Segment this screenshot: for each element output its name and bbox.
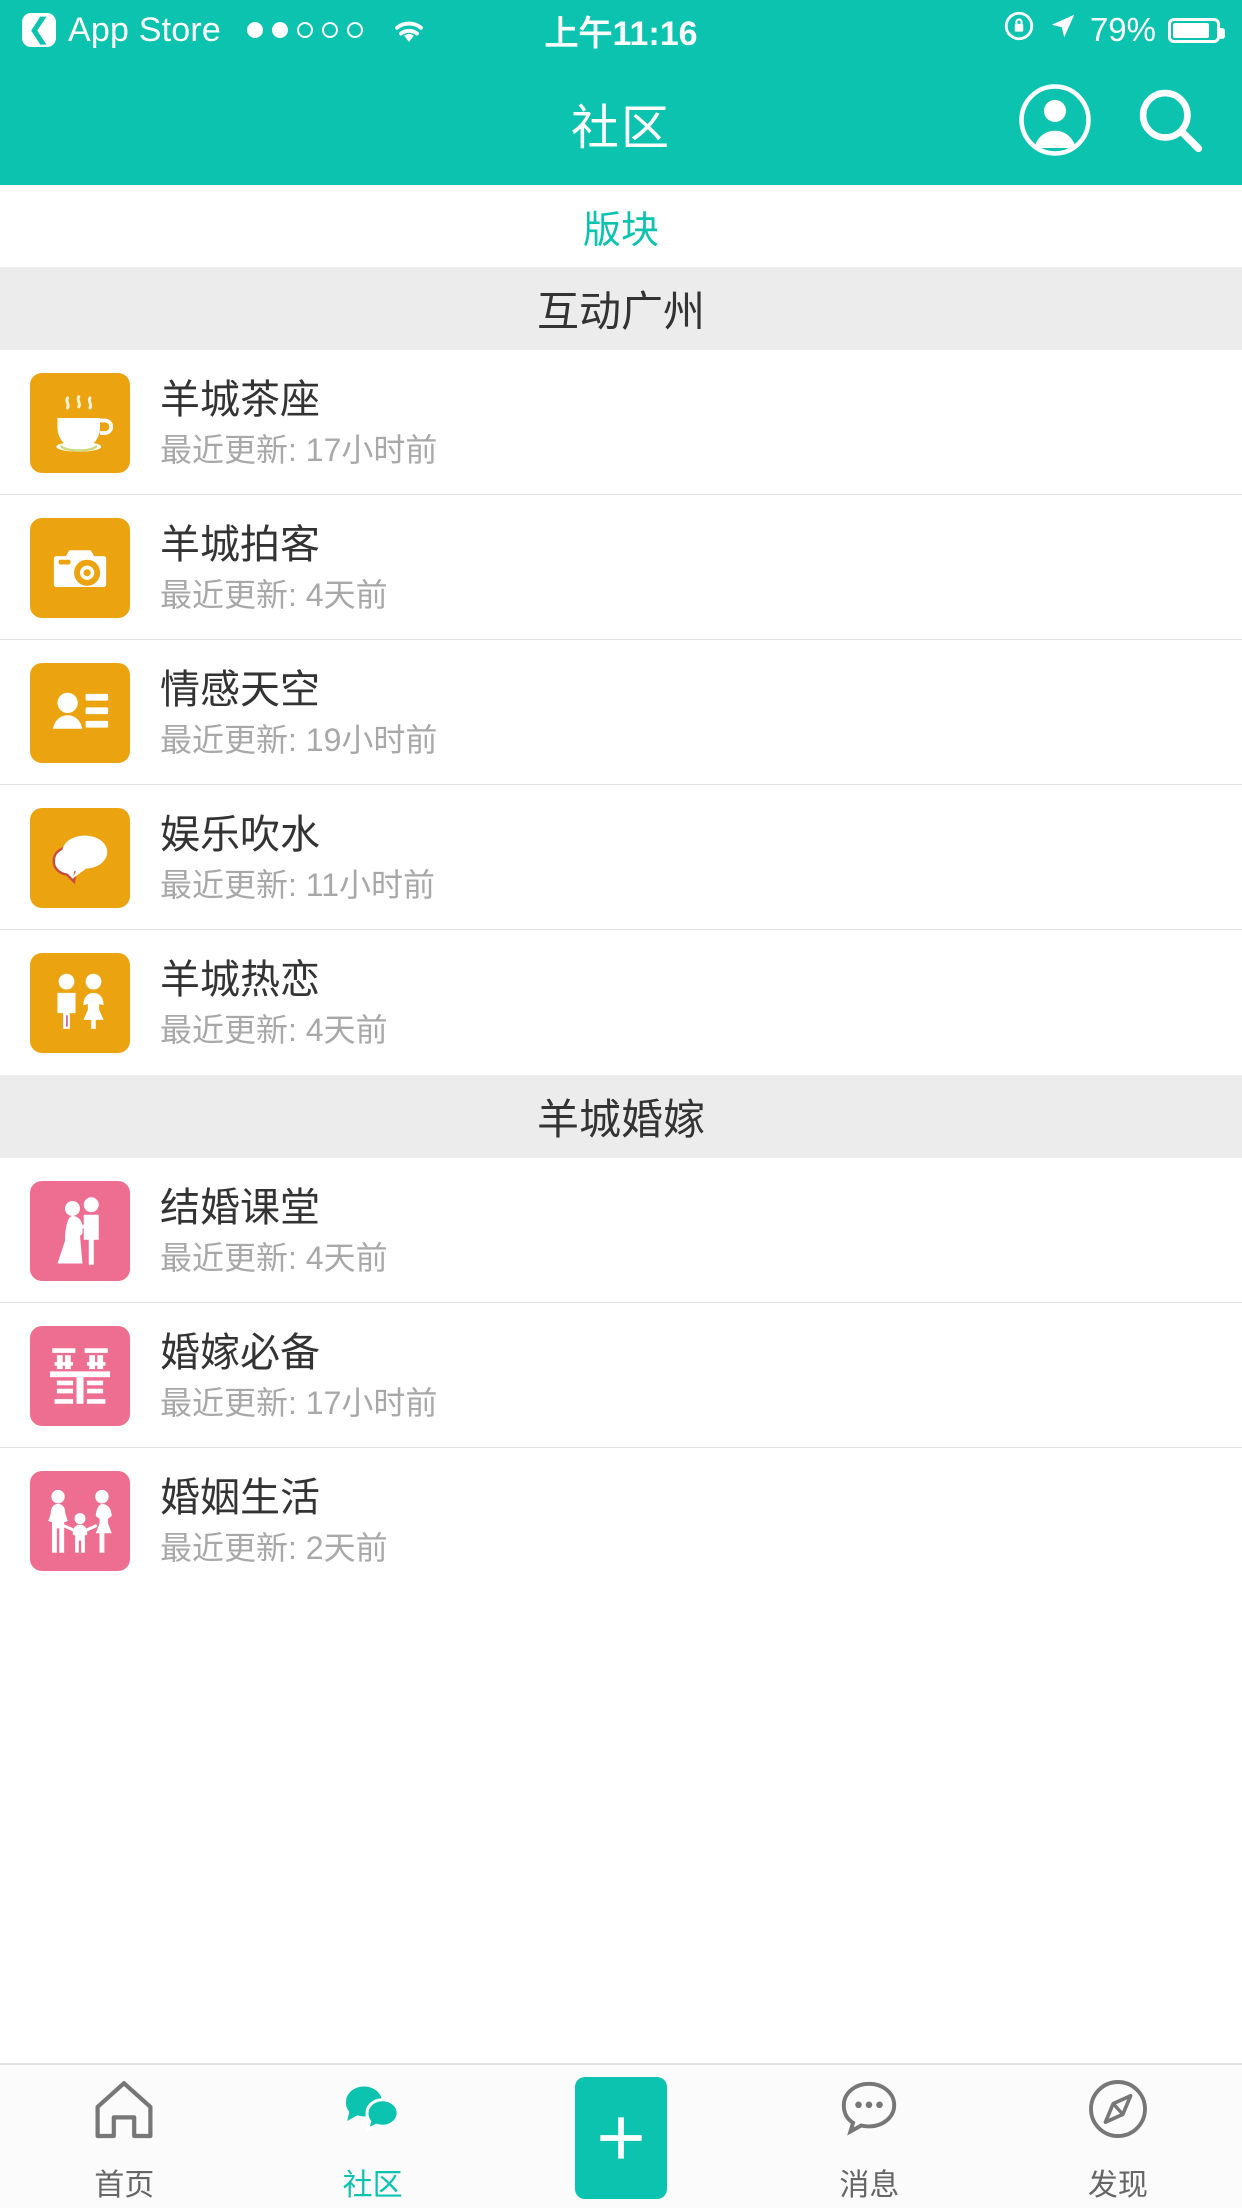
chat-bubbles-icon xyxy=(30,807,130,908)
list-item-text: 羊城拍客 最近更新: 4天前 xyxy=(160,525,388,611)
status-bar: ❮ App Store 上午11:16 79% xyxy=(0,0,1242,60)
camera-icon xyxy=(30,517,130,618)
tab-home[interactable]: 首页 xyxy=(0,2065,248,2208)
search-icon[interactable] xyxy=(1132,82,1208,163)
list-item-title: 羊城拍客 xyxy=(160,522,320,567)
battery-percentage: 79% xyxy=(1089,11,1156,48)
signal-dot xyxy=(322,22,339,38)
double-happiness-icon xyxy=(30,1325,130,1426)
avatar-icon[interactable] xyxy=(1016,81,1094,164)
status-bar-left[interactable]: ❮ App Store xyxy=(22,11,429,50)
status-bar-right: 79% xyxy=(1002,9,1225,51)
list-item-text: 羊城热恋 最近更新: 4天前 xyxy=(160,960,388,1046)
tab-banner[interactable]: 版块 xyxy=(0,185,1242,267)
couple-icon xyxy=(30,952,130,1053)
family-icon xyxy=(30,1470,130,1571)
list-item-text: 娱乐吹水 最近更新: 11小时前 xyxy=(160,815,435,901)
list-item[interactable]: 羊城茶座 最近更新: 17小时前 xyxy=(0,350,1242,495)
signal-dot xyxy=(247,22,264,38)
community-icon xyxy=(337,2073,409,2150)
list-item-subtitle: 最近更新: 4天前 xyxy=(160,576,388,613)
page-title: 社区 xyxy=(570,101,671,155)
navigation-actions xyxy=(1016,60,1208,185)
tab-messages-label: 消息 xyxy=(839,2169,900,2202)
rotation-lock-icon xyxy=(1002,9,1036,51)
signal-dot xyxy=(297,22,314,38)
app-screen: ❮ App Store 上午11:16 79% 社区 版块 互动广州 羊城茶座 … xyxy=(0,0,1242,2208)
tab-discover[interactable]: 发现 xyxy=(994,2065,1242,2208)
back-app-label[interactable]: App Store xyxy=(68,11,221,50)
message-icon xyxy=(833,2073,905,2150)
tab-community[interactable]: 社区 xyxy=(248,2065,496,2208)
bride-groom-icon xyxy=(30,1180,130,1281)
list-item[interactable]: 结婚课堂 最近更新: 4天前 xyxy=(0,1158,1242,1303)
board-list[interactable]: 互动广州 羊城茶座 最近更新: 17小时前 羊城拍客 最近更新: 4天前 情感天… xyxy=(0,267,1242,2063)
list-item-subtitle: 最近更新: 2天前 xyxy=(160,1529,388,1566)
list-item[interactable]: 情感天空 最近更新: 19小时前 xyxy=(0,640,1242,785)
list-item-title: 结婚课堂 xyxy=(160,1185,320,1230)
section-title: 羊城婚嫁 xyxy=(536,1096,705,1143)
chevron-left-icon[interactable]: ❮ xyxy=(22,13,56,47)
tab-banner-label[interactable]: 版块 xyxy=(583,199,659,254)
signal-dot xyxy=(272,22,289,38)
list-item[interactable]: 羊城拍客 最近更新: 4天前 xyxy=(0,495,1242,640)
list-item-subtitle: 最近更新: 17小时前 xyxy=(160,431,438,468)
section-header: 互动广州 xyxy=(0,267,1242,350)
list-item-text: 婚嫁必备 最近更新: 17小时前 xyxy=(160,1333,437,1419)
signal-dot xyxy=(347,22,364,38)
list-item-title: 婚嫁必备 xyxy=(160,1330,320,1375)
battery-icon xyxy=(1168,17,1225,43)
tab-compose[interactable] xyxy=(497,2065,745,2208)
home-icon xyxy=(88,2073,160,2150)
list-item-subtitle: 最近更新: 4天前 xyxy=(160,1239,388,1276)
compass-icon xyxy=(1082,2073,1154,2150)
list-item-title: 羊城茶座 xyxy=(160,377,320,422)
list-item[interactable]: 娱乐吹水 最近更新: 11小时前 xyxy=(0,785,1242,930)
navigation-bar: 社区 xyxy=(0,60,1242,185)
location-arrow-icon xyxy=(1048,11,1078,49)
list-item[interactable]: 羊城热恋 最近更新: 4天前 xyxy=(0,930,1242,1075)
wifi-icon xyxy=(389,14,429,46)
tab-discover-label: 发现 xyxy=(1087,2169,1148,2202)
list-item-subtitle: 最近更新: 17小时前 xyxy=(160,1384,438,1421)
list-item-subtitle: 最近更新: 19小时前 xyxy=(160,721,438,758)
list-item-subtitle: 最近更新: 4天前 xyxy=(160,1011,388,1048)
section-title: 互动广州 xyxy=(536,288,705,335)
list-item-title: 婚姻生活 xyxy=(160,1475,320,1520)
tab-messages[interactable]: 消息 xyxy=(745,2065,993,2208)
signal-strength-dots xyxy=(247,22,364,38)
bottom-tab-bar: 首页 社区 消息 发现 xyxy=(0,2063,1242,2208)
plus-icon[interactable] xyxy=(575,2076,668,2199)
contact-card-icon xyxy=(30,662,130,763)
list-item[interactable]: 婚嫁必备 最近更新: 17小时前 xyxy=(0,1303,1242,1448)
list-item-text: 婚姻生活 最近更新: 2天前 xyxy=(160,1478,388,1564)
list-item[interactable]: 婚姻生活 最近更新: 2天前 xyxy=(0,1448,1242,1593)
list-item-title: 羊城热恋 xyxy=(160,957,320,1002)
teacup-icon xyxy=(30,372,130,473)
list-item-subtitle: 最近更新: 11小时前 xyxy=(160,866,436,903)
list-item-text: 结婚课堂 最近更新: 4天前 xyxy=(160,1188,388,1274)
tab-community-label: 社区 xyxy=(342,2169,403,2202)
tab-strip: 版块 xyxy=(0,185,1242,274)
list-item-title: 情感天空 xyxy=(160,667,320,712)
list-item-title: 娱乐吹水 xyxy=(160,812,320,857)
list-item-text: 羊城茶座 最近更新: 17小时前 xyxy=(160,380,437,466)
list-item-text: 情感天空 最近更新: 19小时前 xyxy=(160,670,437,756)
section-header: 羊城婚嫁 xyxy=(0,1075,1242,1158)
tab-home-label: 首页 xyxy=(94,2169,155,2202)
